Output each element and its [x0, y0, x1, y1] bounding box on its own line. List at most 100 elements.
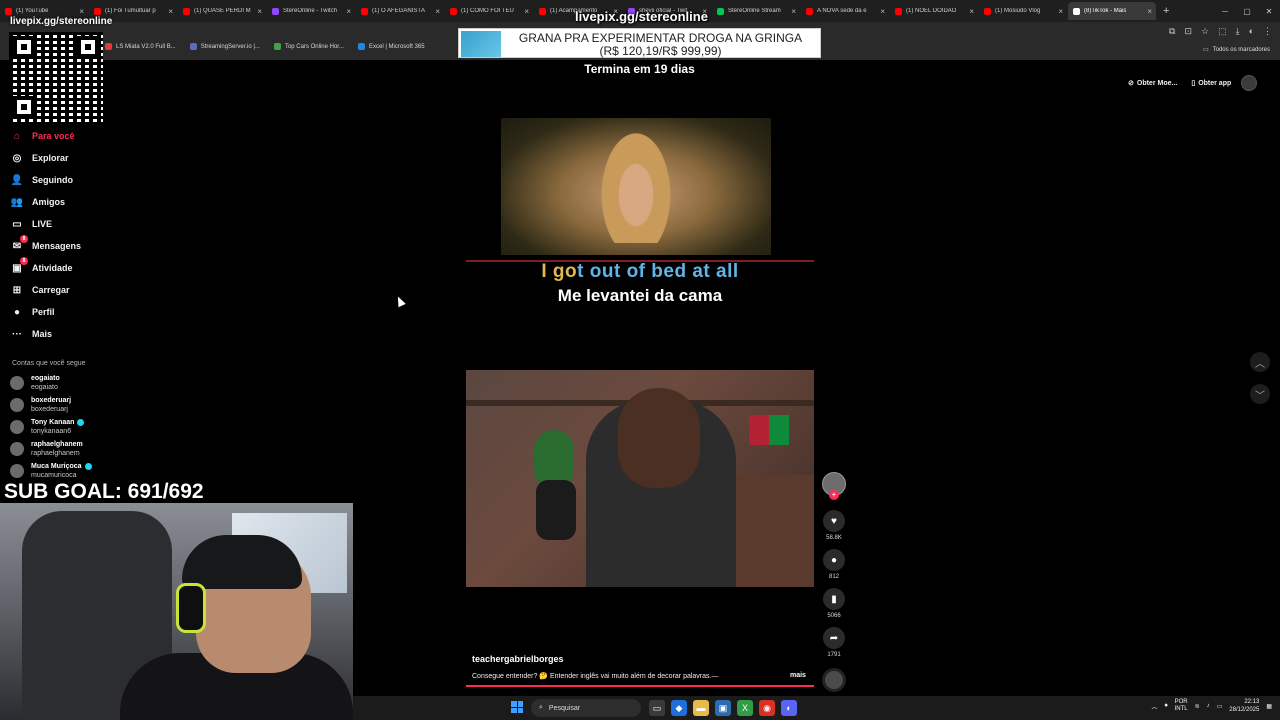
input-language[interactable]: POR INTL — [1175, 699, 1188, 713]
translate-icon[interactable]: ⊡ — [1184, 26, 1192, 37]
user-avatar[interactable] — [1241, 75, 1258, 91]
tab-close-icon[interactable]: × — [346, 7, 351, 16]
tab-close-icon[interactable]: × — [524, 7, 529, 16]
task-view-icon[interactable]: ▭ — [649, 700, 665, 716]
followed-account[interactable]: Muca Muriçoca mucamuricoca — [10, 462, 92, 480]
sub-goal-counter: SUB GOAL: 691/692 — [4, 480, 204, 503]
copilot-icon[interactable]: ◆ — [671, 700, 687, 716]
cast-icon[interactable]: ⧉ — [1169, 26, 1175, 37]
music-disc-icon[interactable] — [822, 668, 846, 692]
clock[interactable]: 22:13 28/12/2025 — [1229, 698, 1259, 714]
avatar — [10, 464, 24, 478]
windows-start-icon[interactable] — [511, 701, 523, 713]
maximize-icon[interactable]: ▢ — [1236, 7, 1258, 16]
chrome-icon[interactable]: ◉ — [759, 700, 775, 716]
taskbar-search[interactable]: ⌕ Pesquisar — [531, 699, 641, 717]
star-icon[interactable]: ☆ — [1201, 26, 1209, 37]
volume-icon[interactable]: ♪ — [1207, 703, 1210, 709]
tab-close-icon[interactable]: × — [1058, 7, 1063, 16]
get-coins-button[interactable]: ⊘ Obter Moe... — [1124, 76, 1181, 90]
store-icon[interactable]: ▣ — [715, 700, 731, 716]
notification-icon[interactable]: ▦ — [1266, 703, 1272, 710]
tab-favicon-icon — [895, 7, 902, 15]
bookmark-item[interactable]: StreamingServer.io |... — [189, 43, 260, 50]
video-author[interactable]: teachergabrielborges — [472, 654, 564, 664]
bookmark-item[interactable]: Excel | Microsoft 365 — [357, 43, 425, 50]
followed-account[interactable]: boxederuarj boxederuarj — [10, 396, 71, 414]
sidebar-item-label: Explorar — [32, 153, 69, 163]
sidebar-item-label: Carregar — [32, 285, 70, 295]
browser-tab[interactable]: StereOnline Stream × — [712, 2, 800, 20]
sidebar-item-label: Mais — [32, 329, 53, 339]
sidebar-item-carregar[interactable]: ⊞ Carregar — [10, 282, 70, 298]
browser-tab[interactable]: A NOVA sede da e × — [801, 2, 889, 20]
bookmark-item[interactable]: Top Cars Online Hor... — [273, 43, 344, 50]
sidebar-item-mais[interactable]: ··· Mais — [10, 326, 52, 342]
tab-close-icon[interactable]: × — [880, 7, 885, 16]
browser-tab[interactable]: (1) O AFEGANISTÃ × — [356, 2, 444, 20]
save-action[interactable]: ▮ 5066 — [822, 588, 846, 619]
followed-account[interactable]: Tony Kanaan tonykanaan6 — [10, 418, 85, 436]
battery-icon[interactable]: ▭ — [1217, 703, 1223, 710]
sidebar-item-mensagens[interactable]: ✉ 8 Mensagens — [10, 235, 81, 254]
bookmark-item[interactable]: LS Miata V2.0 Full B... — [105, 43, 176, 50]
comment-action[interactable]: ● 812 — [822, 549, 846, 580]
sidebar-item-seguindo[interactable]: 👤 Seguindo — [10, 172, 73, 188]
all-bookmarks[interactable]: ▭ Todos os marcadores — [1203, 46, 1270, 54]
avatar — [10, 398, 24, 412]
comment-icon[interactable]: ● — [823, 549, 845, 571]
wifi-icon[interactable]: ≋ — [1195, 703, 1200, 710]
tab-close-icon[interactable]: × — [435, 7, 440, 16]
heart-icon[interactable]: ♥ — [823, 510, 845, 532]
scroll-down-icon[interactable]: ﹀ — [1250, 384, 1270, 404]
follow-plus-icon[interactable]: + — [829, 490, 839, 500]
tab-close-icon[interactable]: × — [969, 7, 974, 16]
caption-more-link[interactable]: mais — [790, 672, 806, 679]
tab-favicon-icon — [806, 7, 813, 15]
bookmark-icon[interactable]: ▮ — [823, 588, 845, 610]
tab-close-icon[interactable]: × — [791, 7, 796, 16]
download-icon[interactable]: ⤓ — [1236, 26, 1240, 37]
subtitle-english: I got out of bed at all — [541, 261, 739, 282]
sidebar-item-live[interactable]: ▭ LIVE — [10, 216, 52, 232]
profile-icon: ● — [13, 306, 21, 318]
browser-tab[interactable]: (1) QUASE PERDI M × — [178, 2, 266, 20]
tray-chevron-icon[interactable]: ︿ — [1152, 702, 1158, 711]
menu-icon[interactable]: ⋮ — [1263, 26, 1272, 37]
video-player-previous[interactable]: I got out of bed at all Me levantei da c… — [466, 118, 814, 318]
mic-icon[interactable]: ⏺ — [1165, 703, 1168, 710]
save-count: 5066 — [827, 613, 841, 619]
get-app-button[interactable]: ▯ Obter app — [1187, 76, 1235, 90]
close-window-icon[interactable]: ✕ — [1258, 7, 1280, 16]
extensions-icon[interactable]: ⬚ — [1218, 26, 1227, 37]
browser-tab[interactable]: (1) NOEL DOIDÃO × — [890, 2, 978, 20]
tab-close-icon[interactable]: × — [79, 7, 84, 16]
followed-account[interactable]: eogaiato eogaiato — [10, 374, 60, 392]
video-cabinet — [736, 475, 814, 587]
minimize-icon[interactable]: ─ — [1214, 7, 1236, 16]
discord-icon[interactable]: ◐ — [781, 700, 797, 716]
scroll-up-icon[interactable]: ︿ — [1250, 352, 1270, 372]
tab-close-icon[interactable]: × — [168, 7, 173, 16]
excel-icon[interactable]: X — [737, 700, 753, 716]
followed-account[interactable]: raphaelghanem raphaelghanem — [10, 440, 83, 458]
sidebar-item-amigos[interactable]: 👥 Amigos — [10, 194, 65, 210]
like-action[interactable]: ♥ 58.8K — [822, 510, 846, 541]
tab-close-icon[interactable]: × — [257, 7, 262, 16]
file-explorer-icon[interactable]: ▬ — [693, 700, 709, 716]
new-tab-button[interactable]: + — [1163, 5, 1169, 17]
share-action[interactable]: ➦ 1791 — [822, 627, 846, 658]
share-icon[interactable]: ➦ — [823, 627, 845, 649]
sidebar-item-atividade[interactable]: ▣ 8 Atividade — [10, 257, 73, 276]
browser-tab[interactable]: StereOnline - Twitch × — [267, 2, 355, 20]
sidebar-item-perfil[interactable]: ● Perfil — [10, 304, 55, 320]
browser-tab[interactable]: (8)TikTok - Mais × — [1068, 2, 1156, 20]
sidebar-item-explorar[interactable]: ◎ Explorar — [10, 150, 69, 166]
tab-close-icon[interactable]: × — [1147, 7, 1152, 16]
video-progress-bar[interactable] — [466, 685, 814, 687]
browser-tab[interactable]: (1) Mosiúdo Vlog × — [979, 2, 1067, 20]
video-player-current[interactable] — [466, 370, 814, 587]
profile-avatar-icon[interactable]: ◐ — [1249, 26, 1254, 37]
sidebar-item-para-voc-[interactable]: ⌂ Para você — [10, 128, 75, 144]
browser-tab[interactable]: (1) COMO FOI TEU × — [445, 2, 533, 20]
